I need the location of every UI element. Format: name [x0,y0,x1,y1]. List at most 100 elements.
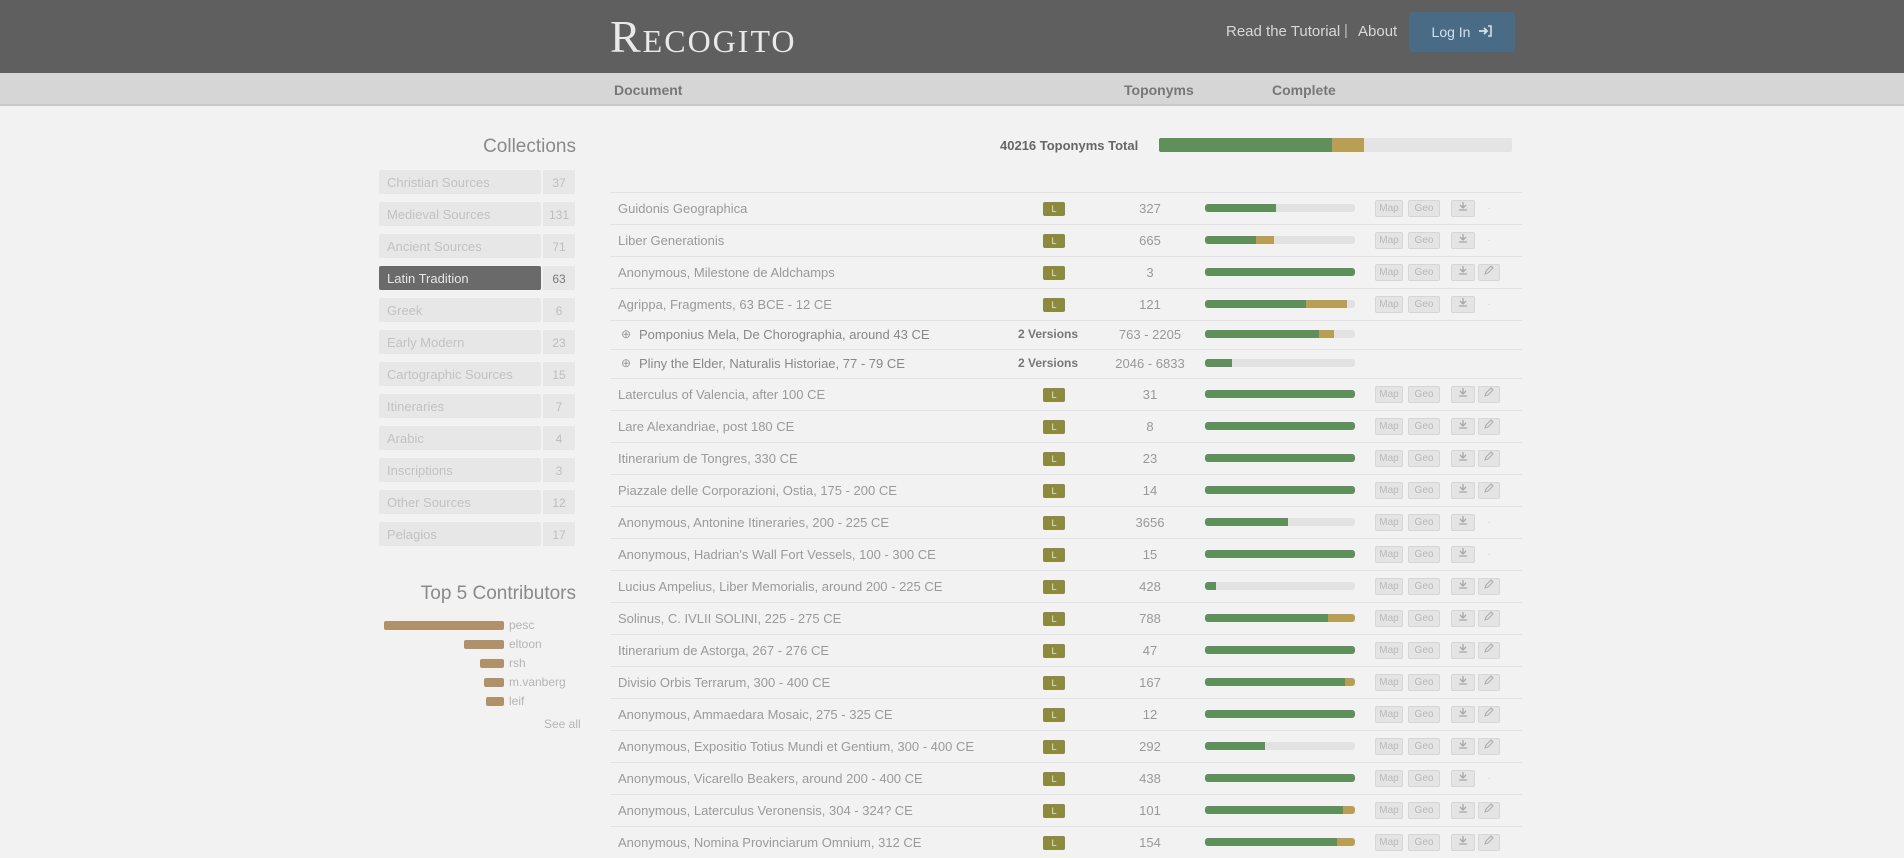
document-title[interactable]: Anonymous, Ammaedara Mosaic, 275 - 325 C… [618,707,893,722]
see-all-link[interactable]: See all [544,717,581,731]
map-button[interactable]: Map [1375,482,1403,499]
document-title[interactable]: Anonymous, Laterculus Veronensis, 304 - … [618,803,913,818]
geo-button[interactable]: Geo [1408,738,1440,755]
document-title[interactable]: Lucius Ampelius, Liber Memorialis, aroun… [618,579,942,594]
download-icon[interactable] [1451,450,1475,467]
contributor-name[interactable]: m.vanberg [509,675,566,689]
table-row[interactable]: Anonymous, Vicarello Beakers, around 200… [610,762,1522,794]
geo-button[interactable]: Geo [1408,770,1440,787]
contributor-name[interactable]: eltoon [509,637,542,651]
edit-icon[interactable] [1478,738,1500,755]
table-row[interactable]: Solinus, C. IVLII SOLINI, 225 - 275 CE L 7… [610,602,1522,634]
document-title[interactable]: Anonymous, Nomina Provinciarum Omnium, 3… [618,835,921,850]
geo-button[interactable]: Geo [1408,674,1440,691]
geo-button[interactable]: Geo [1408,642,1440,659]
edit-icon[interactable] [1478,450,1500,467]
table-row[interactable]: Guidonis Geographica L 327 Map Geo · [610,192,1522,224]
download-icon[interactable] [1451,610,1475,627]
geo-button[interactable]: Geo [1408,578,1440,595]
document-title[interactable]: Divisio Orbis Terrarum, 300 - 400 CE [618,675,830,690]
download-icon[interactable] [1451,264,1475,281]
geo-button[interactable]: Geo [1408,264,1440,281]
map-button[interactable]: Map [1375,770,1403,787]
table-row[interactable]: Liber Generationis L 665 Map Geo · [610,224,1522,256]
geo-button[interactable]: Geo [1408,296,1440,313]
map-button[interactable]: Map [1375,738,1403,755]
download-icon[interactable] [1451,546,1475,563]
edit-icon[interactable] [1478,418,1500,435]
collection-item[interactable]: Arabic [379,426,541,450]
download-icon[interactable] [1451,834,1475,851]
download-icon[interactable] [1451,674,1475,691]
map-button[interactable]: Map [1375,296,1403,313]
map-button[interactable]: Map [1375,232,1403,249]
table-row[interactable]: Anonymous, Expositio Totius Mundi et Gen… [610,730,1522,762]
edit-icon[interactable] [1478,674,1500,691]
version-group-row[interactable]: ⊕ Pliny the Elder, Naturalis Historiae, 7… [610,349,1522,378]
collection-item[interactable]: Medieval Sources [379,202,541,226]
collection-item[interactable]: Latin Tradition [379,266,541,290]
geo-button[interactable]: Geo [1408,610,1440,627]
edit-icon[interactable] [1478,610,1500,627]
table-row[interactable]: Laterculus of Valencia, after 100 CE L 31 M… [610,378,1522,410]
document-title[interactable]: Itinerarium de Astorga, 267 - 276 CE [618,643,829,658]
nav-about-link[interactable]: About [1358,23,1397,40]
document-title[interactable]: Solinus, C. IVLII SOLINI, 225 - 275 CE [618,611,841,626]
expand-toggle-icon[interactable]: ⊕ [621,327,631,341]
table-row[interactable]: Anonymous, Antonine Itineraries, 200 - 2… [610,506,1522,538]
geo-button[interactable]: Geo [1408,482,1440,499]
download-icon[interactable] [1451,770,1475,787]
contributor-name[interactable]: leif [509,694,524,708]
collection-item[interactable]: Other Sources [379,490,541,514]
table-row[interactable]: Itinerarium de Tongres, 330 CE L 23 Map Geo [610,442,1522,474]
map-button[interactable]: Map [1375,706,1403,723]
col-complete[interactable]: Complete [1272,82,1336,98]
nav-tutorial-link[interactable]: Read the Tutorial [1226,23,1340,40]
geo-button[interactable]: Geo [1408,546,1440,563]
document-title[interactable]: Piazzale delle Corporazioni, Ostia, 175 … [618,483,897,498]
download-icon[interactable] [1451,296,1475,313]
download-icon[interactable] [1451,802,1475,819]
table-row[interactable]: Anonymous, Laterculus Veronensis, 304 - … [610,794,1522,826]
collection-item[interactable]: Itineraries [379,394,541,418]
table-row[interactable]: Itinerarium de Astorga, 267 - 276 CE L 47 M… [610,634,1522,666]
map-button[interactable]: Map [1375,200,1403,217]
map-button[interactable]: Map [1375,264,1403,281]
geo-button[interactable]: Geo [1408,802,1440,819]
table-row[interactable]: Divisio Orbis Terrarum, 300 - 400 CE L 167… [610,666,1522,698]
document-title[interactable]: Itinerarium de Tongres, 330 CE [618,451,798,466]
download-icon[interactable] [1451,578,1475,595]
collection-item[interactable]: Inscriptions [379,458,541,482]
table-row[interactable]: Anonymous, Milestone de Aldchamps L 3 Map Ge… [610,256,1522,288]
collection-item[interactable]: Greek [379,298,541,322]
document-title[interactable]: Anonymous, Vicarello Beakers, around 200… [618,771,923,786]
download-icon[interactable] [1451,200,1475,217]
download-icon[interactable] [1451,738,1475,755]
edit-icon[interactable] [1478,386,1500,403]
document-title[interactable]: Anonymous, Hadrian's Wall Fort Vessels, … [618,547,936,562]
contributor-name[interactable]: rsh [509,656,526,670]
collection-item[interactable]: Ancient Sources [379,234,541,258]
document-title[interactable]: Agrippa, Fragments, 63 BCE - 12 CE [618,297,832,312]
collection-item[interactable]: Cartographic Sources [379,362,541,386]
map-button[interactable]: Map [1375,514,1403,531]
collection-item[interactable]: Early Modern [379,330,541,354]
geo-button[interactable]: Geo [1408,706,1440,723]
version-group-row[interactable]: ⊕ Pomponius Mela, De Chorographia, around… [610,320,1522,349]
geo-button[interactable]: Geo [1408,450,1440,467]
edit-icon[interactable] [1478,482,1500,499]
download-icon[interactable] [1451,386,1475,403]
collection-item[interactable]: Christian Sources [379,170,541,194]
collection-item[interactable]: Pelagios [379,522,541,546]
login-button[interactable]: Log In [1409,12,1515,52]
download-icon[interactable] [1451,482,1475,499]
download-icon[interactable] [1451,418,1475,435]
geo-button[interactable]: Geo [1408,200,1440,217]
map-button[interactable]: Map [1375,610,1403,627]
document-title[interactable]: Pomponius Mela, De Chorographia, around … [639,327,930,342]
document-title[interactable]: Laterculus of Valencia, after 100 CE [618,387,825,402]
map-button[interactable]: Map [1375,386,1403,403]
edit-icon[interactable] [1478,578,1500,595]
expand-toggle-icon[interactable]: ⊕ [621,356,631,370]
edit-icon[interactable] [1478,802,1500,819]
